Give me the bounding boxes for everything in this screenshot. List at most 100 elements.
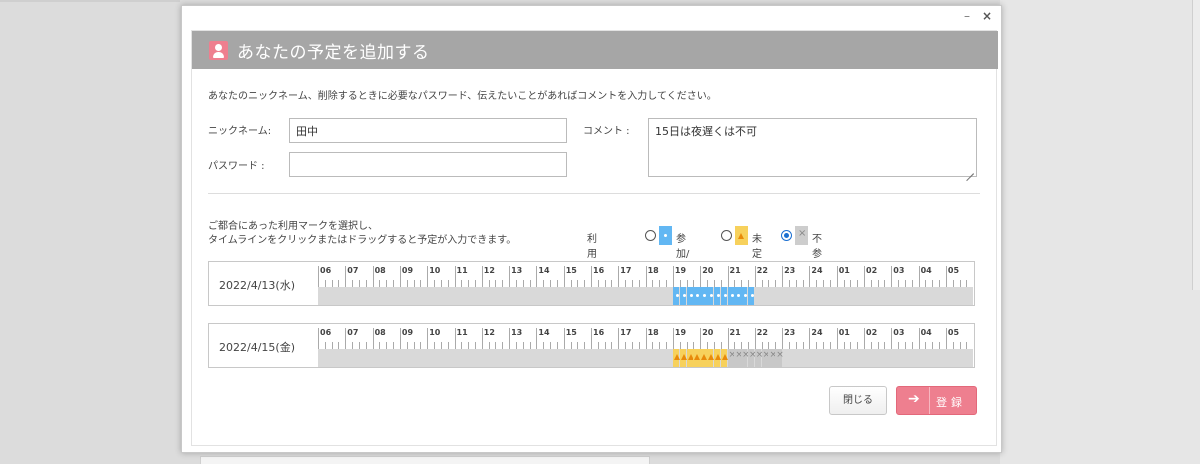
timeline-slot-blue[interactable] xyxy=(672,287,680,305)
hour-tick xyxy=(413,342,415,349)
hour-tick xyxy=(515,280,517,287)
hour-tick xyxy=(468,342,470,349)
hour-label: 11 xyxy=(456,328,468,337)
timeline-slot-blue[interactable] xyxy=(700,287,707,305)
hour-tick xyxy=(741,280,743,287)
timeline-slot-gray[interactable] xyxy=(768,349,777,367)
hour-label: 07 xyxy=(347,266,359,275)
timeline-slot-yellow[interactable] xyxy=(700,349,708,367)
close-icon[interactable]: × xyxy=(982,9,992,23)
timeline-slot-yellow[interactable] xyxy=(686,349,694,367)
hour-tick xyxy=(577,280,579,287)
hour-tick xyxy=(474,280,476,287)
timeline-slot-yellow[interactable] xyxy=(707,349,715,367)
hour-tick xyxy=(420,280,422,287)
password-field[interactable] xyxy=(289,152,567,177)
comment-field[interactable]: 15日は夜遅くは不可 xyxy=(648,118,977,177)
hour-tick xyxy=(795,280,797,287)
hour-label: 05 xyxy=(947,328,960,337)
hour-label: 21 xyxy=(729,328,741,337)
register-button[interactable]: ➔ 登録 xyxy=(896,386,977,415)
timeline-slot-blue[interactable] xyxy=(747,287,755,305)
hour-tick xyxy=(713,342,715,349)
timeline-slot-blue[interactable] xyxy=(720,287,727,305)
timeline-slot-gray[interactable] xyxy=(761,349,771,367)
timeline-row[interactable]: 2022/4/15(金) 06 07 08 09 10 11 12 13 14 15 16 17 18 1… xyxy=(208,323,975,368)
timeline-slot-gray[interactable] xyxy=(754,349,764,367)
hour-label: 13 xyxy=(511,328,523,337)
available-mark-icon xyxy=(659,226,672,245)
hour-tick xyxy=(816,342,818,349)
hour-label: 15 xyxy=(565,328,577,337)
radio-unavailable[interactable] xyxy=(781,230,792,241)
timeline-slot-blue[interactable] xyxy=(707,287,714,305)
hour-tick xyxy=(891,328,893,349)
hour-tick xyxy=(966,342,968,349)
hour-tick xyxy=(932,280,934,287)
hour-tick xyxy=(843,342,845,349)
hour-tick xyxy=(666,280,668,287)
hour-tick xyxy=(365,280,367,287)
timeline-slot-gray[interactable] xyxy=(741,349,750,367)
user-icon xyxy=(209,41,228,60)
timeline-slot-blue[interactable] xyxy=(741,287,748,305)
hour-tick xyxy=(700,328,702,349)
timeline-bar[interactable] xyxy=(318,349,973,367)
hour-label: 13 xyxy=(511,266,523,275)
timeline-slot-yellow[interactable] xyxy=(720,349,729,367)
hour-tick xyxy=(461,280,463,287)
hour-tick xyxy=(686,342,688,349)
hour-tick xyxy=(911,280,913,287)
hour-tick xyxy=(611,280,613,287)
minimize-icon[interactable]: – xyxy=(964,9,970,23)
timeline-slot-gray[interactable] xyxy=(734,349,743,367)
hour-label: 09 xyxy=(401,266,414,275)
timeline-slot-blue[interactable] xyxy=(686,287,693,305)
hour-label: 24 xyxy=(811,328,823,337)
timeline-slot-blue[interactable] xyxy=(693,287,700,305)
timeline-bar[interactable] xyxy=(318,287,973,305)
timeline-slot-yellow[interactable] xyxy=(693,349,701,367)
timeline-slot-blue[interactable] xyxy=(734,287,741,305)
hour-tick xyxy=(570,342,572,349)
hour-tick xyxy=(331,280,333,287)
instruction-line-1: ご都合にあった利用マークを選択し、 xyxy=(208,221,378,232)
timeline-slot-gray[interactable] xyxy=(775,349,784,367)
close-button[interactable]: 閉じる xyxy=(829,386,887,415)
timeline-slot-yellow[interactable] xyxy=(672,349,681,367)
timeline-row[interactable]: 2022/4/13(水) 06 07 08 09 10 11 12 13 14 15 16 17 18 1… xyxy=(208,261,975,306)
nickname-field[interactable]: 田中 xyxy=(289,118,567,143)
hour-label: 22 xyxy=(756,328,768,337)
hour-tick xyxy=(509,328,511,349)
radio-available[interactable] xyxy=(645,230,656,241)
comment-label: コメント : xyxy=(583,126,630,137)
hour-label: 17 xyxy=(620,328,632,337)
hour-tick xyxy=(468,280,470,287)
timeline-date: 2022/4/15(金) xyxy=(219,341,295,354)
hour-tick xyxy=(529,280,531,287)
hour-tick xyxy=(659,342,661,349)
instruction-line-2: タイムラインをクリックまたはドラッグすると予定が入力できます。 xyxy=(208,235,517,246)
timeline-slot-blue[interactable] xyxy=(727,287,734,305)
timeline-slot-yellow[interactable] xyxy=(713,349,722,367)
timeline-slot-yellow[interactable] xyxy=(679,349,688,367)
hour-tick xyxy=(447,280,449,287)
hour-tick xyxy=(379,280,381,287)
button-separator xyxy=(929,387,930,414)
hour-tick xyxy=(754,266,756,287)
timeline-slot-blue[interactable] xyxy=(679,287,687,305)
hour-tick xyxy=(747,280,749,287)
timeline-slot-gray[interactable] xyxy=(727,349,736,367)
hour-tick xyxy=(631,342,633,349)
hour-tick xyxy=(802,280,804,287)
hour-tick xyxy=(318,328,319,349)
hour-tick xyxy=(495,342,497,349)
timeline-slot-blue[interactable] xyxy=(713,287,721,305)
hour-tick xyxy=(782,266,784,287)
hour-tick xyxy=(836,328,838,349)
nickname-label: ニックネーム: xyxy=(208,126,272,137)
timeline-slot-gray[interactable] xyxy=(747,349,757,367)
resize-handle-icon[interactable] xyxy=(966,166,974,174)
hour-tick xyxy=(386,342,388,349)
radio-undecided[interactable] xyxy=(721,230,732,241)
